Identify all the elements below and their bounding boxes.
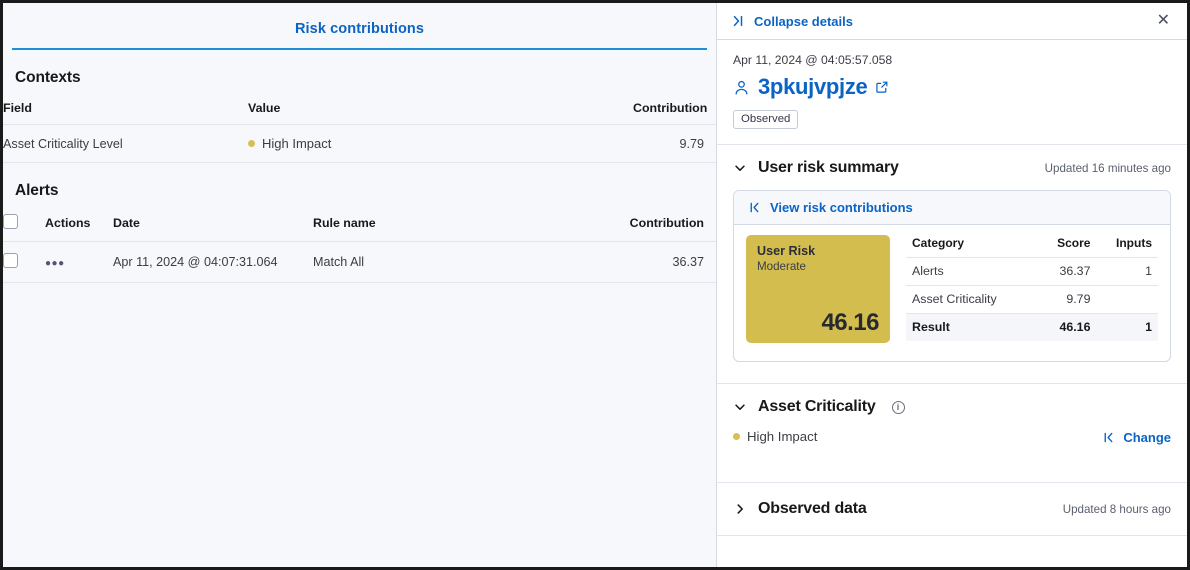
user-risk-summary-header-left: User risk summary bbox=[733, 159, 899, 177]
alerts-row-actions-cell: ●●● bbox=[45, 242, 113, 283]
view-risk-contributions-label: View risk contributions bbox=[770, 200, 913, 215]
info-icon[interactable]: i bbox=[892, 401, 905, 414]
alerts-section-title: Alerts bbox=[3, 163, 716, 209]
alerts-col-actions: Actions bbox=[45, 209, 113, 242]
observed-data-updated: Updated 8 hours ago bbox=[1063, 503, 1171, 516]
risk-cell-category: Asset Criticality bbox=[906, 286, 1039, 314]
user-icon bbox=[733, 79, 750, 96]
alerts-col-rule-name[interactable]: Rule name bbox=[313, 209, 596, 242]
asset-criticality-header[interactable]: Asset Criticality i bbox=[717, 384, 1187, 416]
entity-timestamp: Apr 11, 2024 @ 04:05:57.058 bbox=[717, 40, 1187, 67]
change-label: Change bbox=[1123, 430, 1171, 445]
risk-col-score: Score bbox=[1039, 235, 1097, 258]
asset-criticality-value-row: High Impact Change bbox=[717, 416, 1187, 446]
alerts-cell-rule-name: Match All bbox=[313, 242, 596, 283]
table-row-result: Result 46.16 1 bbox=[906, 314, 1158, 342]
score-card-value: 46.16 bbox=[821, 309, 879, 337]
table-row: ●●● Apr 11, 2024 @ 04:07:31.064 Match Al… bbox=[3, 242, 716, 283]
contexts-cell-contribution: 9.79 bbox=[633, 125, 716, 163]
table-row: Asset Criticality Level High Impact 9.79 bbox=[3, 125, 716, 163]
contexts-col-field[interactable]: Field bbox=[3, 96, 248, 125]
table-row: Asset Criticality 9.79 bbox=[906, 286, 1158, 314]
contexts-cell-value: High Impact bbox=[248, 125, 633, 163]
risk-cell-inputs: 1 bbox=[1096, 258, 1158, 286]
user-risk-summary-header[interactable]: User risk summary Updated 16 minutes ago bbox=[717, 145, 1187, 177]
entity-badge-row: Observed bbox=[717, 100, 1187, 129]
severity-dot-icon bbox=[733, 433, 740, 440]
risk-cell-score: 46.16 bbox=[1039, 314, 1097, 342]
risk-col-category: Category bbox=[906, 235, 1039, 258]
row-checkbox[interactable] bbox=[3, 253, 18, 268]
entity-title-row: 3pkujvpjze bbox=[717, 67, 1187, 100]
tab-underline bbox=[12, 48, 707, 51]
score-card-label: User Risk bbox=[757, 244, 879, 258]
severity-dot-icon bbox=[248, 140, 255, 147]
risk-cell-inputs bbox=[1096, 286, 1158, 314]
observed-data-header[interactable]: Observed data Updated 8 hours ago bbox=[717, 483, 1187, 518]
alerts-col-date[interactable]: Date bbox=[113, 209, 313, 242]
user-risk-summary-updated: Updated 16 minutes ago bbox=[1045, 162, 1171, 175]
risk-cell-category: Alerts bbox=[906, 258, 1039, 286]
asset-criticality-value: High Impact bbox=[747, 429, 817, 444]
alerts-table-header-row: Actions Date Rule name Contribution bbox=[3, 209, 716, 242]
asset-criticality-header-left: Asset Criticality i bbox=[733, 398, 905, 416]
ellipsis-icon[interactable]: ●●● bbox=[45, 259, 65, 269]
observed-data-title: Observed data bbox=[758, 500, 867, 518]
contexts-value-text: High Impact bbox=[262, 136, 331, 151]
tab-risk-contributions[interactable]: Risk contributions bbox=[295, 21, 424, 37]
select-all-checkbox[interactable] bbox=[3, 214, 18, 229]
external-link-icon[interactable] bbox=[875, 80, 889, 94]
risk-contributions-panel: Risk contributions Contexts Field Value … bbox=[3, 3, 716, 567]
user-risk-score-card: User Risk Moderate 46.16 bbox=[746, 235, 890, 343]
contexts-cell-field: Asset Criticality Level bbox=[3, 125, 248, 163]
alerts-table: Actions Date Rule name Contribution ●●● … bbox=[3, 209, 716, 283]
flyout-header: Collapse details ✕ bbox=[717, 3, 1187, 40]
alerts-cell-date: Apr 11, 2024 @ 04:07:31.064 bbox=[113, 242, 313, 283]
collapse-right-icon bbox=[731, 14, 745, 28]
risk-details-screen: Risk contributions Contexts Field Value … bbox=[0, 0, 1190, 570]
contexts-section-title: Contexts bbox=[3, 50, 716, 96]
score-card-level: Moderate bbox=[757, 260, 879, 273]
chevron-down-icon[interactable] bbox=[733, 161, 747, 175]
collapse-left-icon bbox=[1102, 431, 1115, 444]
asset-criticality-title: Asset Criticality bbox=[758, 398, 876, 416]
view-risk-contributions-button[interactable]: View risk contributions bbox=[734, 191, 1170, 225]
collapse-details-label: Collapse details bbox=[754, 14, 853, 29]
risk-category-table: Category Score Inputs Alerts 36.37 1 bbox=[906, 235, 1158, 341]
contexts-col-value[interactable]: Value bbox=[248, 96, 633, 125]
contexts-col-contribution[interactable]: Contribution bbox=[633, 96, 716, 125]
risk-summary-body: User Risk Moderate 46.16 Category Score … bbox=[734, 225, 1170, 361]
user-risk-summary-title: User risk summary bbox=[758, 159, 899, 177]
alerts-row-select-cell bbox=[3, 242, 45, 283]
table-row: Alerts 36.37 1 bbox=[906, 258, 1158, 286]
risk-cell-inputs: 1 bbox=[1096, 314, 1158, 342]
contexts-table: Field Value Contribution Asset Criticali… bbox=[3, 96, 716, 163]
close-icon[interactable]: ✕ bbox=[1154, 10, 1173, 32]
entity-details-flyout: Collapse details ✕ Apr 11, 2024 @ 04:05:… bbox=[716, 3, 1187, 567]
status-badge: Observed bbox=[733, 110, 798, 129]
contexts-table-header-row: Field Value Contribution bbox=[3, 96, 716, 125]
observed-data-header-left: Observed data bbox=[733, 500, 867, 518]
risk-category-header-row: Category Score Inputs bbox=[906, 235, 1158, 258]
asset-criticality-value-wrap: High Impact bbox=[733, 428, 817, 446]
risk-summary-panel: View risk contributions User Risk Modera… bbox=[733, 190, 1171, 362]
alerts-cell-contribution: 36.37 bbox=[596, 242, 716, 283]
chevron-right-icon[interactable] bbox=[733, 502, 747, 516]
collapse-left-icon bbox=[748, 201, 761, 214]
change-asset-criticality-button[interactable]: Change bbox=[1102, 430, 1171, 445]
collapse-details-button[interactable]: Collapse details bbox=[731, 14, 853, 29]
entity-name[interactable]: 3pkujvpjze bbox=[758, 74, 867, 100]
flyout-body: Apr 11, 2024 @ 04:05:57.058 3pkujvpjze bbox=[717, 40, 1187, 567]
risk-cell-score: 9.79 bbox=[1039, 286, 1097, 314]
chevron-down-icon[interactable] bbox=[733, 400, 747, 414]
risk-cell-score: 36.37 bbox=[1039, 258, 1097, 286]
risk-cell-category: Result bbox=[906, 314, 1039, 342]
divider bbox=[717, 535, 1187, 536]
risk-col-inputs: Inputs bbox=[1096, 235, 1158, 258]
alerts-col-contribution[interactable]: Contribution bbox=[596, 209, 716, 242]
tab-bar: Risk contributions bbox=[3, 3, 716, 50]
alerts-select-all-header bbox=[3, 209, 45, 242]
